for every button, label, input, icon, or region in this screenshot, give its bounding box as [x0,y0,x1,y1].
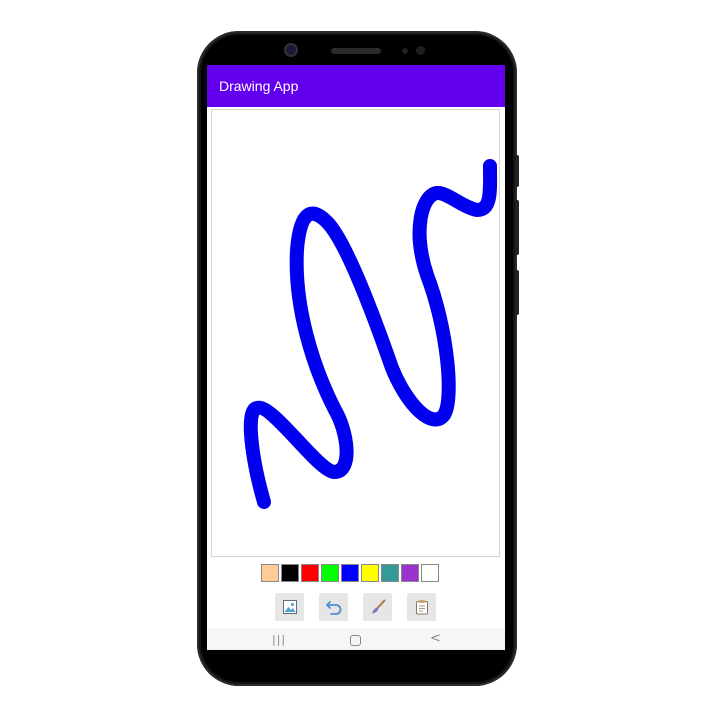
back-button[interactable]: < [430,631,441,646]
color-palette [261,564,439,584]
home-button[interactable] [350,635,361,646]
system-navigation-bar: ||| < [207,628,505,650]
color-swatch-skin[interactable] [261,564,279,582]
front-camera [286,45,296,55]
color-swatch-blue[interactable] [341,564,359,582]
undo-button[interactable] [319,593,348,621]
color-swatch-white[interactable] [421,564,439,582]
color-swatch-yellow[interactable] [361,564,379,582]
gallery-icon [282,600,297,614]
phone-screen: Drawing App ||| < [207,65,505,650]
undo-icon [325,601,341,615]
drawing-canvas[interactable] [211,109,500,557]
app-title: Drawing App [219,78,299,94]
earpiece-speaker [331,48,381,54]
color-swatch-red[interactable] [301,564,319,582]
brush-button[interactable] [363,593,392,621]
brush-icon [371,599,385,614]
save-button[interactable] [407,593,436,621]
clipboard-icon [415,600,428,615]
color-swatch-purple[interactable] [401,564,419,582]
app-bar: Drawing App [207,65,505,107]
light-sensor [416,46,425,55]
color-swatch-teal[interactable] [381,564,399,582]
gallery-button[interactable] [275,593,304,621]
drawn-stroke [243,159,498,509]
proximity-sensor [402,48,408,54]
power-button [515,270,519,315]
toolbar [275,593,436,621]
recent-apps-button[interactable]: ||| [272,633,286,646]
volume-button [515,155,519,187]
color-swatch-black[interactable] [281,564,299,582]
volume-button [515,200,519,255]
color-swatch-green[interactable] [321,564,339,582]
